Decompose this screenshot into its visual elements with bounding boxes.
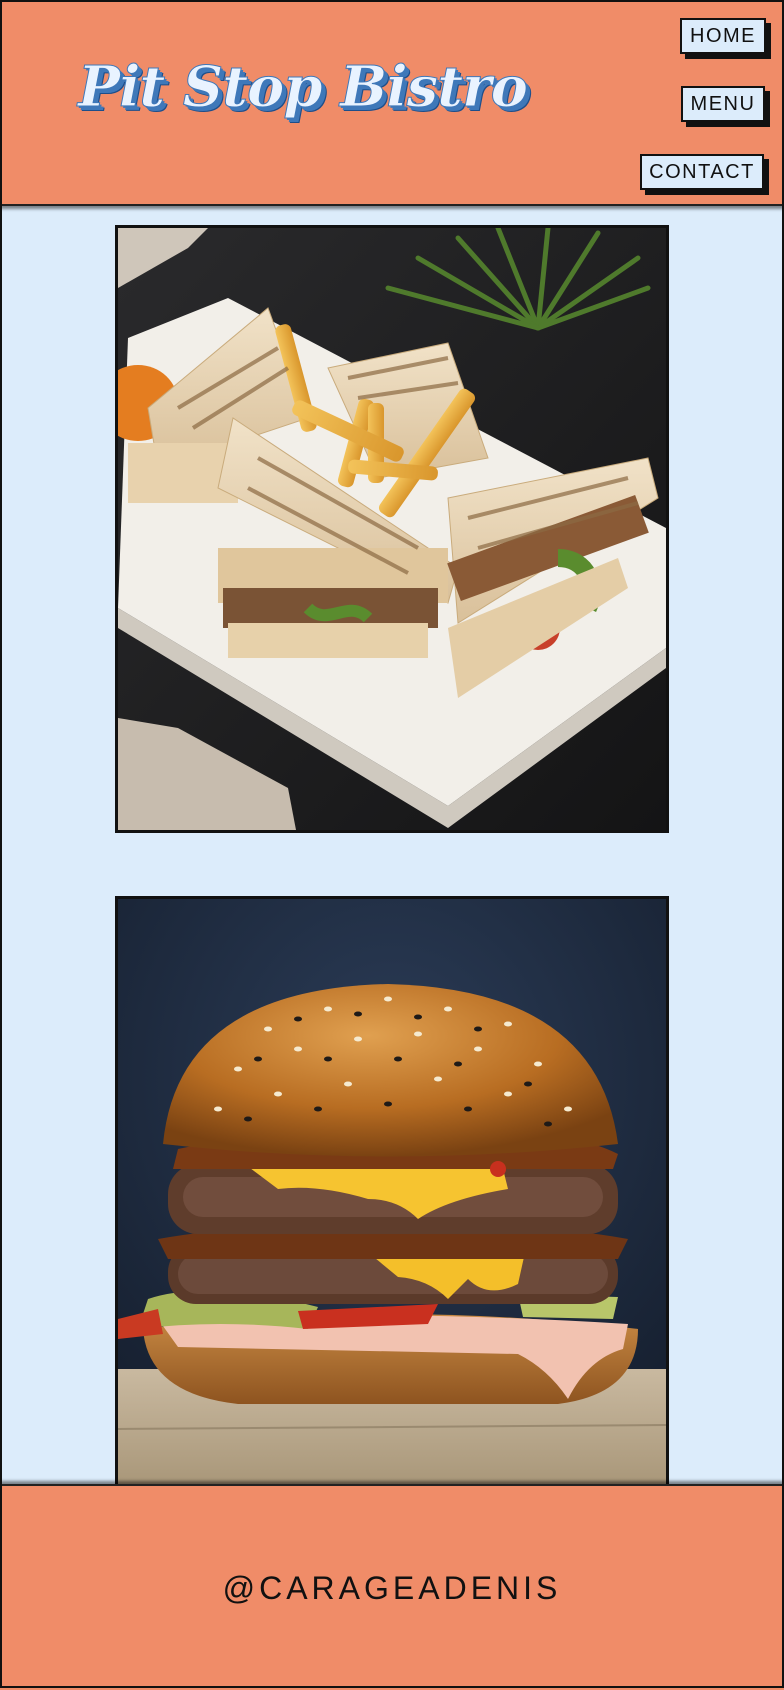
nav-home-button[interactable]: HOME (680, 18, 766, 54)
site-footer: @CARAGEADENIS (0, 1484, 784, 1690)
site-logo[interactable]: Pit Stop Bistro (78, 54, 529, 121)
site-header: Pit Stop Bistro HOME MENU CONTACT (0, 0, 784, 206)
burger-photo (115, 896, 669, 1492)
sandwich-image (118, 228, 666, 830)
nav-menu-button[interactable]: MENU (681, 86, 765, 122)
nav-contact-button[interactable]: CONTACT (640, 154, 764, 190)
burger-image (118, 899, 666, 1489)
sandwich-photo (115, 225, 669, 833)
photo-credit: @CARAGEADENIS (222, 1570, 562, 1606)
